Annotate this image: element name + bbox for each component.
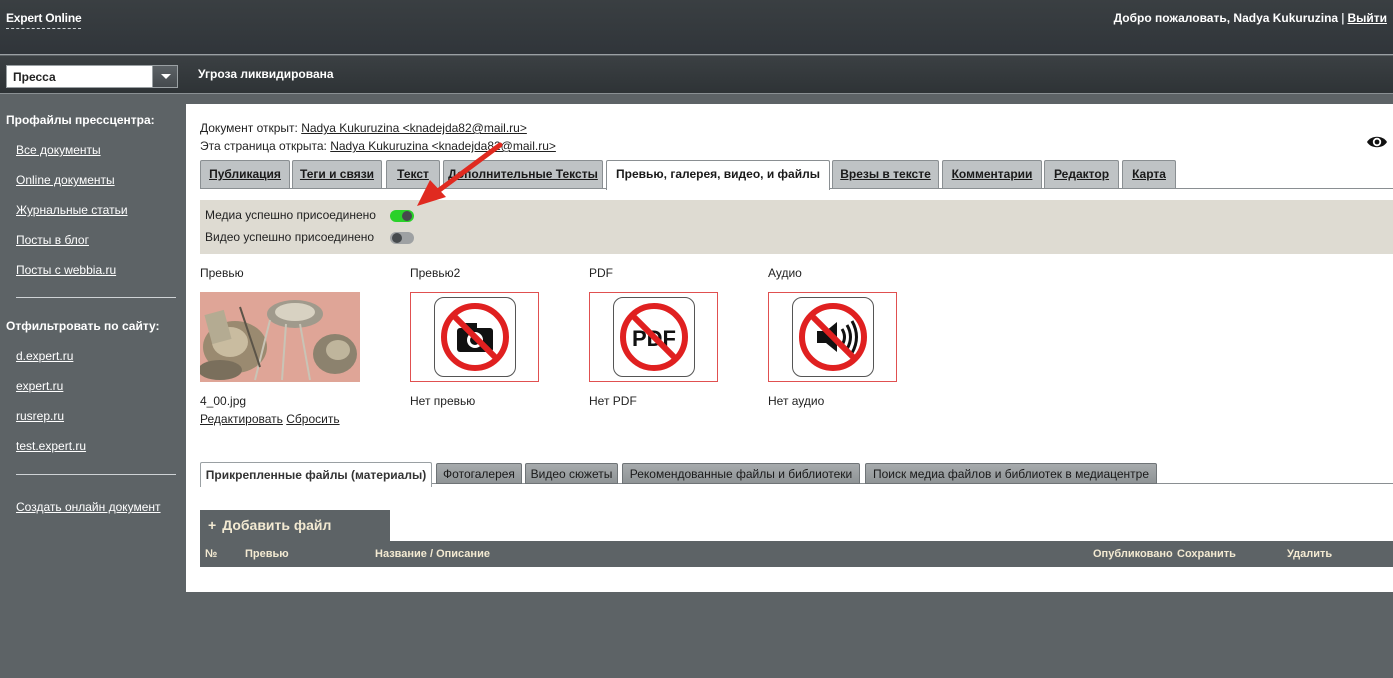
document-bar: Пресса Угроза ликвидирована xyxy=(0,56,1393,94)
sidebar-item-magazine-articles[interactable]: Журнальные статьи xyxy=(16,203,128,217)
tab-attached-files[interactable]: Прикрепленные файлы (материалы) xyxy=(200,462,432,487)
top-bar: Expert Online Добро пожаловать, Nadya Ku… xyxy=(0,0,1393,55)
preview2-placeholder[interactable] xyxy=(410,292,539,382)
tab-media-search[interactable]: Поиск медиа файлов и библиотек в медиаце… xyxy=(865,463,1157,484)
video-attached-status: Видео успешно присоединено xyxy=(205,230,375,244)
tab-extra-texts[interactable]: Дополнительные Тексты xyxy=(443,160,603,188)
tab-editor[interactable]: Редактор xyxy=(1044,160,1119,188)
edit-preview-link[interactable]: Редактировать xyxy=(200,412,283,426)
no-pdf-icon: PDF xyxy=(613,297,695,377)
preview-image[interactable] xyxy=(200,292,360,382)
add-file-button[interactable]: + Добавить файл xyxy=(200,510,390,542)
tab-inserts[interactable]: Врезы в тексте xyxy=(832,160,939,188)
section-select-value: Пресса xyxy=(13,70,56,84)
welcome-area: Добро пожаловать, Nadya Kukuruzina | Выйти xyxy=(1114,11,1387,25)
filter-heading: Отфильтровать по сайту: xyxy=(6,319,160,333)
tab-map[interactable]: Карта xyxy=(1122,160,1176,188)
page-opened-by-link[interactable]: Nadya Kukuruzina <knadejda82@mail.ru> xyxy=(330,139,556,153)
sidebar: Профайлы прессцентра: Все документы Onli… xyxy=(0,96,186,678)
sidebar-site-expert[interactable]: expert.ru xyxy=(16,379,63,393)
preview2-none: Нет превью xyxy=(410,394,476,408)
audio-none: Нет аудио xyxy=(768,394,825,408)
video-toggle[interactable] xyxy=(390,232,414,244)
welcome-separator: | xyxy=(1341,11,1345,25)
sidebar-divider xyxy=(16,474,176,475)
document-title: Угроза ликвидирована xyxy=(198,67,334,81)
preview-actions: Редактировать Сбросить xyxy=(200,412,340,426)
add-file-label: Добавить файл xyxy=(222,517,332,533)
tab-photo-gallery[interactable]: Фотогалерея xyxy=(436,463,522,484)
pdf-placeholder[interactable]: PDF xyxy=(589,292,718,382)
content-panel: Документ открыт: Nadya Kukuruzina <knade… xyxy=(186,104,1393,592)
preview2-label: Превью2 xyxy=(410,266,461,280)
logout-link[interactable]: Выйти xyxy=(1347,11,1387,25)
tab-tags[interactable]: Теги и связи xyxy=(292,160,382,188)
col-published: Опубликовано xyxy=(1093,548,1173,560)
tab-text[interactable]: Текст xyxy=(386,160,440,188)
page-opened-info: Эта страница открыта: Nadya Kukuruzina <… xyxy=(200,139,556,153)
sidebar-item-webbia-posts[interactable]: Посты с webbia.ru xyxy=(16,263,116,277)
plus-icon: + xyxy=(208,517,217,533)
audio-placeholder[interactable] xyxy=(768,292,897,382)
section-select[interactable]: Пресса xyxy=(6,65,178,88)
chevron-down-icon[interactable] xyxy=(152,66,177,87)
toggle-knob xyxy=(402,211,412,221)
document-opened-info: Документ открыт: Nadya Kukuruzina <knade… xyxy=(200,121,527,135)
create-online-document-link[interactable]: Создать онлайн документ xyxy=(16,500,161,514)
tab-preview-gallery[interactable]: Превью, галерея, видео, и файлы xyxy=(606,160,830,190)
no-camera-icon xyxy=(434,297,516,377)
no-audio-icon xyxy=(792,297,874,377)
sidebar-item-online-documents[interactable]: Online документы xyxy=(16,173,115,187)
tab-publication[interactable]: Публикация xyxy=(200,160,290,188)
sidebar-item-blog-posts[interactable]: Посты в блог xyxy=(16,233,89,247)
media-toggle[interactable] xyxy=(390,210,414,222)
col-save: Сохранить xyxy=(1177,548,1236,560)
media-attached-status: Медиа успешно присоединено xyxy=(205,208,376,222)
eye-icon[interactable] xyxy=(1366,134,1388,150)
brand-link[interactable]: Expert Online xyxy=(6,11,82,29)
files-table-header: № Превью Название / Описание Опубликован… xyxy=(200,541,1393,567)
sidebar-site-test-expert[interactable]: test.expert.ru xyxy=(16,439,86,453)
sidebar-site-rusrep[interactable]: rusrep.ru xyxy=(16,409,64,423)
audio-label: Аудио xyxy=(768,266,802,280)
pdf-label: PDF xyxy=(589,266,613,280)
sidebar-item-all-documents[interactable]: Все документы xyxy=(16,143,101,157)
sidebar-divider xyxy=(16,297,176,298)
preview-filename: 4_00.jpg xyxy=(200,394,247,408)
tab-recommended-files[interactable]: Рекомендованные файлы и библиотеки xyxy=(622,463,860,484)
reset-preview-link[interactable]: Сбросить xyxy=(286,412,339,426)
pdf-none: Нет PDF xyxy=(589,394,637,408)
col-title: Название / Описание xyxy=(375,548,490,560)
welcome-text: Добро пожаловать, Nadya Kukuruzina xyxy=(1113,11,1339,25)
opened-by-link[interactable]: Nadya Kukuruzina <knadejda82@mail.ru> xyxy=(301,121,527,135)
col-preview: Превью xyxy=(245,548,289,560)
page-opened-label: Эта страница открыта: xyxy=(200,139,327,153)
opened-label: Документ открыт: xyxy=(200,121,298,135)
status-panel: Медиа успешно присоединено Видео успешно… xyxy=(200,200,1393,254)
tab-comments[interactable]: Комментарии xyxy=(942,160,1042,188)
sidebar-site-d-expert[interactable]: d.expert.ru xyxy=(16,349,73,363)
col-number: № xyxy=(205,548,218,560)
profiles-heading: Профайлы прессцентра: xyxy=(6,113,155,127)
preview-label: Превью xyxy=(200,266,244,280)
col-delete: Удалить xyxy=(1287,548,1333,560)
toggle-knob xyxy=(392,233,402,243)
tab-video-stories[interactable]: Видео сюжеты xyxy=(525,463,618,484)
